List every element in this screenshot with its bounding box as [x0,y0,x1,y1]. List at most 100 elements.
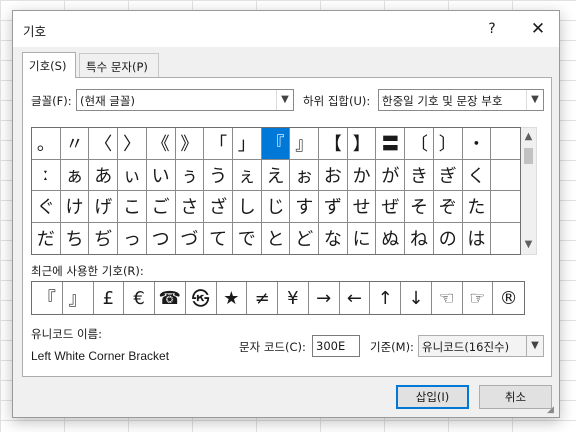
symbol-cell[interactable]: 。 [32,128,61,160]
symbol-cell[interactable]: て [204,222,233,254]
symbol-cell[interactable]: げ [89,191,119,223]
symbol-cell[interactable]: ぞ [433,191,463,223]
symbol-cell[interactable] [491,128,520,160]
symbol-cell[interactable]: 〔 [405,128,434,160]
symbol-cell[interactable]: た [462,191,492,223]
symbol-cell[interactable]: っ [118,222,147,254]
symbol-cell[interactable]: 〈 [89,128,119,160]
symbol-cell[interactable]: ぇ [232,159,262,191]
symbol-cell[interactable]: だ [32,222,61,254]
symbol-cell[interactable]: く [462,159,492,191]
recent-symbol-cell[interactable]: 『 [32,282,63,314]
subset-dropdown[interactable]: 한중일 기호 및 문장 부호 ▼ [378,89,544,111]
symbol-cell[interactable]: し [232,191,262,223]
symbol-cell[interactable]: ざ [204,191,233,223]
symbol-cell[interactable]: こ [118,191,147,223]
symbol-cell[interactable]: つ [147,222,176,254]
symbol-cell[interactable]: ね [405,222,434,254]
symbol-cell[interactable]: さ [175,191,205,223]
symbol-cell[interactable]: に [348,222,377,254]
basis-dropdown[interactable]: 유니코드(16진수) ▼ [418,335,544,357]
symbol-cell[interactable]: い [146,159,176,191]
recent-symbol-cell[interactable]: ㉿ [186,282,217,314]
symbol-cell[interactable]: づ [176,222,205,254]
symbol-cell[interactable]: ぁ [60,159,90,191]
symbol-cell[interactable]: う [204,159,233,191]
recent-symbol-cell[interactable]: ↑ [370,282,401,314]
recent-symbol-cell[interactable]: ↓ [401,282,432,314]
tab-symbols[interactable]: 기호(S) [22,52,76,78]
symbol-cell[interactable]: な [319,222,348,254]
recent-symbol-cell[interactable]: 』 [63,282,94,314]
symbol-cell[interactable] [491,160,520,191]
recent-symbol-cell[interactable]: € [124,282,155,314]
symbol-cell[interactable]: そ [405,191,434,223]
symbol-cell[interactable]: 】 [347,128,377,160]
symbol-cell[interactable]: せ [347,191,377,223]
symbol-cell[interactable] [491,191,520,223]
symbol-cell[interactable]: き [405,159,434,191]
symbol-cell[interactable]: 〉 [118,128,147,160]
symbol-cell[interactable]: 『 [261,128,291,160]
symbol-cell[interactable]: 《 [146,128,176,160]
symbol-cell[interactable]: ど [290,222,320,254]
chevron-up-icon[interactable]: ▲ [521,129,536,145]
symbol-cell[interactable]: 》 [175,128,205,160]
chevron-down-icon[interactable]: ▼ [276,90,293,110]
symbol-cell[interactable]: ぃ [118,159,147,191]
font-dropdown[interactable]: (현재 글꼴) ▼ [76,89,294,111]
char-code-input[interactable]: 300E [312,335,360,357]
recent-symbol-cell[interactable]: ☎ [155,282,186,314]
symbol-cell[interactable]: で [233,222,262,254]
chevron-down-icon[interactable]: ▼ [521,237,536,253]
symbol-cell[interactable]: あ [89,159,119,191]
symbol-cell[interactable]: の [434,222,463,254]
symbol-cell[interactable]: す [290,191,320,223]
recent-symbol-cell[interactable]: ¥ [278,282,309,314]
symbol-cell[interactable]: ぜ [376,191,406,223]
chevron-down-icon[interactable]: ▼ [526,336,543,356]
symbol-cell[interactable]: と [262,222,291,254]
chevron-down-icon[interactable]: ▼ [526,90,543,110]
recent-symbol-cell[interactable]: ® [493,282,524,314]
insert-button[interactable]: 삽입(I) [396,385,469,409]
resize-grip-icon[interactable]: ◢ [547,405,557,415]
symbol-cell[interactable]: ぉ [290,159,320,191]
recent-symbol-cell[interactable]: ≠ [247,282,278,314]
symbol-cell[interactable]: が [376,159,406,191]
recent-symbol-cell[interactable]: ☜ [432,282,463,314]
symbol-cell[interactable]: 【 [319,128,348,160]
symbol-cell[interactable]: じ [261,191,291,223]
symbol-cell[interactable]: は [463,222,492,254]
tab-special-characters[interactable]: 특수 문자(P) [79,53,159,77]
symbol-cell[interactable]: ぎ [433,159,463,191]
symbol-cell[interactable]: 〃 [60,128,90,160]
close-icon[interactable]: ✕ [525,17,551,41]
symbol-cell[interactable]: 」 [232,128,262,160]
symbol-cell[interactable]: 〕 [433,128,463,160]
symbol-grid-scrollbar[interactable]: ▲ ▼ [521,127,537,255]
recent-symbol-cell[interactable]: → [309,282,340,314]
symbol-cell[interactable]: か [347,159,377,191]
symbol-cell[interactable]: ぐ [32,191,61,223]
symbol-cell[interactable]: ぬ [376,222,406,254]
symbol-cell[interactable]: け [60,191,90,223]
scrollbar-thumb[interactable] [524,148,533,164]
symbol-cell[interactable]: ず [319,191,348,223]
symbol-cell[interactable]: お [319,159,348,191]
symbol-cell[interactable]: ご [146,191,176,223]
symbol-cell[interactable]: ː [32,159,61,191]
recent-symbol-cell[interactable]: £ [94,282,125,314]
symbol-cell[interactable]: え [261,159,291,191]
symbol-cell[interactable]: ぢ [89,222,119,254]
help-button[interactable]: ? [479,17,505,41]
recent-symbol-cell[interactable]: ← [340,282,371,314]
symbol-cell[interactable]: ぅ [175,159,205,191]
symbol-cell[interactable]: 「 [204,128,233,160]
symbol-cell[interactable]: 』 [290,128,320,160]
recent-symbol-cell[interactable]: ★ [217,282,248,314]
symbol-cell[interactable]: ち [61,222,90,254]
recent-symbol-cell[interactable]: ☞ [463,282,494,314]
symbol-cell[interactable]: 〓 [376,128,406,160]
symbol-cell[interactable]: ・ [462,128,492,160]
